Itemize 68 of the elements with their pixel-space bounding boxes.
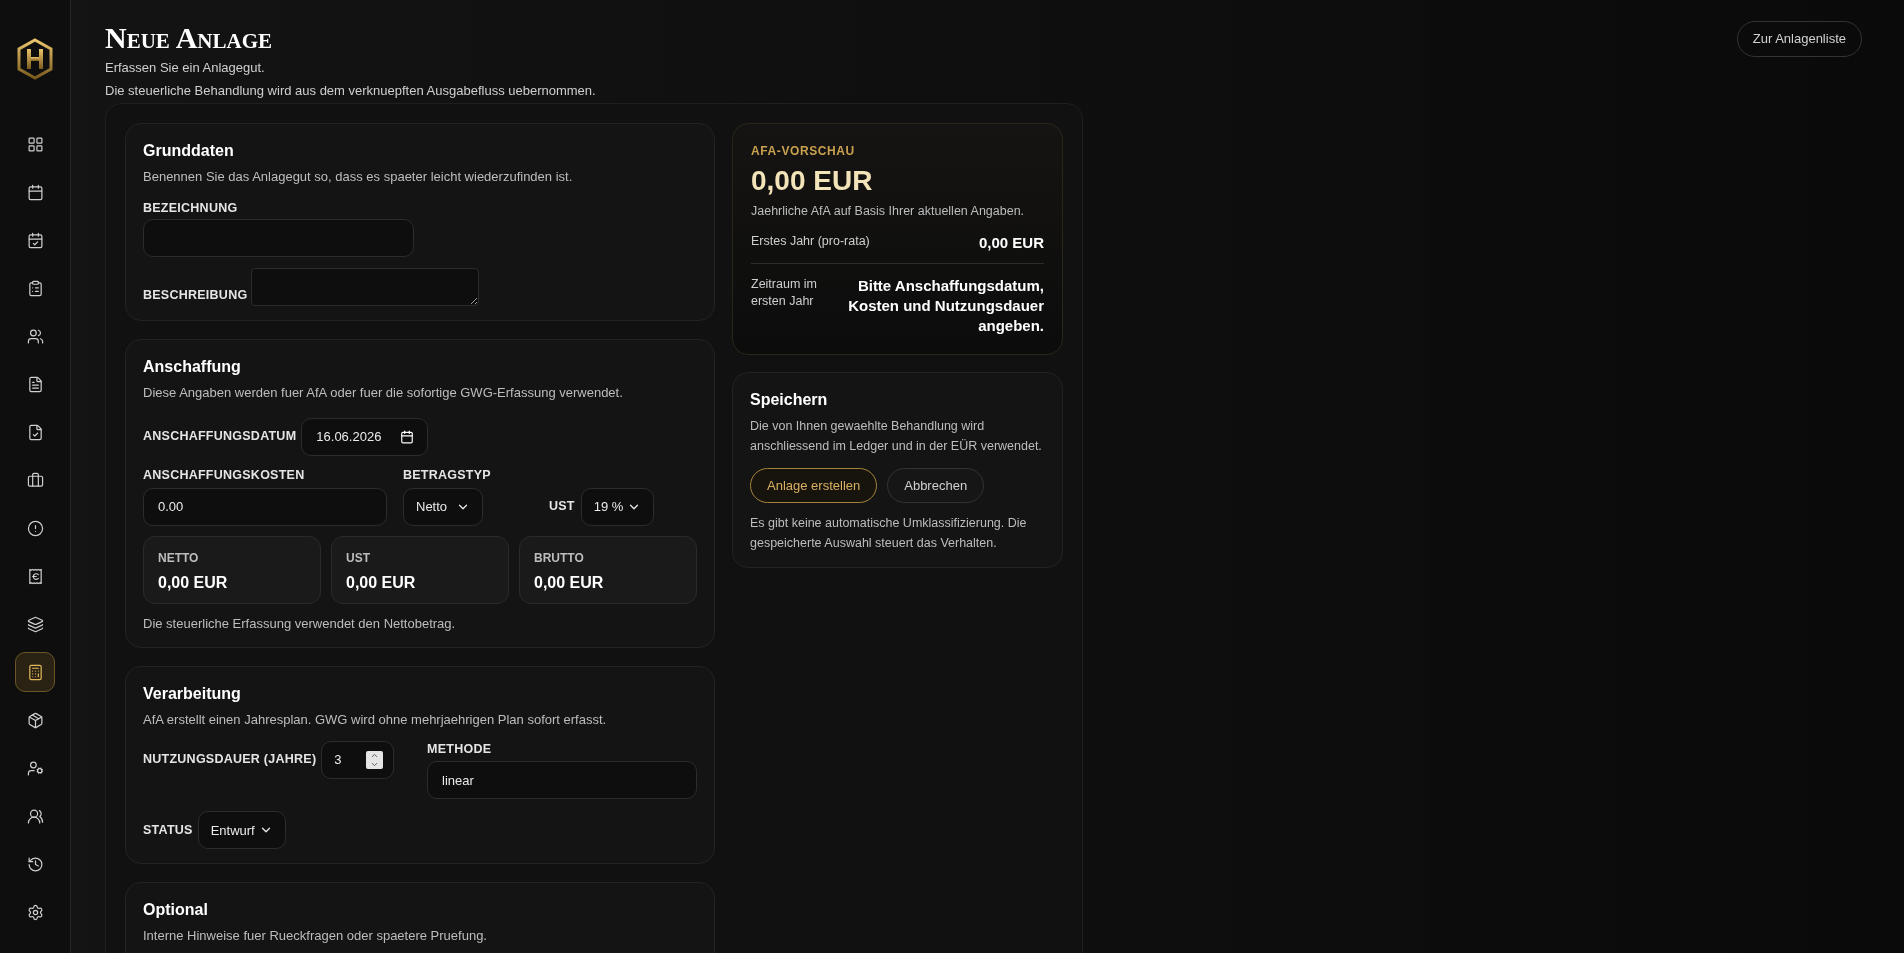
page-subtitle: Erfassen Sie ein Anlagegut. [105, 59, 266, 77]
amount-type-select[interactable]: Netto [403, 487, 483, 526]
total-label: BRUTTO [534, 549, 585, 567]
section-title: Speichern [750, 389, 829, 410]
total-value: 0,00 EUR [346, 572, 417, 593]
alert-icon [26, 519, 44, 537]
page-title: Neue Anlage [105, 20, 274, 56]
document-check-icon [26, 423, 44, 441]
briefcase-icon [26, 471, 44, 489]
vat-select[interactable]: 19 % [580, 487, 654, 526]
field-label: ANSCHAFFUNGSDATUM [143, 428, 297, 446]
date-field[interactable]: 16.06.2026 [301, 417, 429, 456]
settings-icon [26, 903, 44, 921]
cancel-button[interactable]: Abbrechen [887, 467, 985, 503]
dashboard-icon [26, 135, 44, 153]
sidebar-item[interactable] [15, 652, 55, 692]
section-hint: Es gibt keine automatische Umklassifizierung. Die gespeicherte Auswahl steuert das Verhalten. [750, 514, 1028, 552]
spinner-icon [366, 750, 384, 769]
total-label: UST [346, 549, 371, 567]
costs-input-field[interactable]: 0.00 [143, 487, 387, 526]
field-label: BESCHREIBUNG [143, 286, 248, 304]
preview-eyebrow: AFA-VORSCHAU [751, 143, 856, 160]
preview-row-label: Zeitraum im ersten Jahr [751, 275, 818, 310]
section-hint: Jaehrliche AfA auf Basis Ihrer aktuellen Angaben. [751, 203, 1026, 220]
calculator-icon [26, 663, 44, 681]
section-hint: Die von Ihnen gewaehlte Behandlung wird anschliessend im Ledger und in der EÜR verwendet. [750, 417, 1043, 455]
clipboard-icon [26, 279, 44, 297]
field-label: ANSCHAFFUNGSKOSTEN [143, 466, 306, 484]
total-label: NETTO [158, 549, 200, 567]
user-settings-icon [26, 759, 44, 777]
preview-row-value: 0,00 EUR [978, 232, 1044, 253]
field-label: BEZEICHNUNG [143, 199, 239, 217]
calendar-icon [400, 429, 415, 444]
section-title: Verarbeitung [143, 684, 242, 704]
section-hint: Die steuerliche Erfassung verwendet den Nettobetrag. [143, 614, 457, 633]
hexagon-logo-icon [16, 38, 54, 80]
section-hint: Benennen Sie das Anlagegut so, dass es spaeter leicht wiederzufinden ist. [143, 168, 574, 186]
total-value: 0,00 EUR [158, 572, 229, 593]
status-select[interactable]: Entwurf [197, 811, 286, 850]
section-hint: AfA erstellt einen Jahresplan. GWG wird ohne mehrjaehrigen Plan sofort erfasst. [143, 711, 608, 729]
method-input-field[interactable]: linear [427, 761, 697, 800]
box-icon [26, 711, 44, 729]
preview-row-value: Bitte Anschaffungsdatum, Kosten und Nutzungsdauer angeben. [847, 275, 1044, 336]
field-label: BETRAGSTYP [403, 466, 492, 484]
field-label: STATUS [143, 821, 193, 839]
group-icon [26, 807, 44, 825]
number-input-field[interactable]: 3 [321, 740, 395, 779]
section-title: Optional [143, 900, 209, 921]
field-label: UST [549, 498, 575, 516]
total-value: 0,00 EUR [534, 572, 605, 593]
section-hint: Diese Angaben werden fuer AfA oder fuer die sofortige GWG-Erfassung verwendet. [143, 384, 624, 403]
page-subtitle: Die steuerliche Behandlung wird aus dem verknuepften Ausgabefluss uebernommen. [105, 82, 596, 100]
history-icon [26, 855, 44, 873]
field-label: METHODE [427, 740, 493, 758]
create-button[interactable]: Anlage erstellen [750, 467, 878, 503]
section-hint: Interne Hinweise fuer Rueckfragen oder spaetere Pruefung. [143, 927, 488, 946]
field-label: NUTZUNGSDAUER (JAHRE) [143, 751, 317, 769]
section-title: Anschaffung [143, 357, 242, 378]
name-input-field[interactable] [143, 219, 414, 258]
section-title: Grunddaten [143, 141, 235, 161]
preview-amount: 0,00 EUR [751, 164, 874, 198]
euro-receipt-icon [26, 567, 44, 585]
stack-icon [26, 615, 44, 633]
calendar-check-icon [26, 231, 44, 249]
calendar-icon [26, 183, 44, 201]
users-icon [26, 327, 44, 345]
preview-row-label: Erstes Jahr (pro-rata) [751, 232, 870, 250]
document-icon [26, 375, 44, 393]
